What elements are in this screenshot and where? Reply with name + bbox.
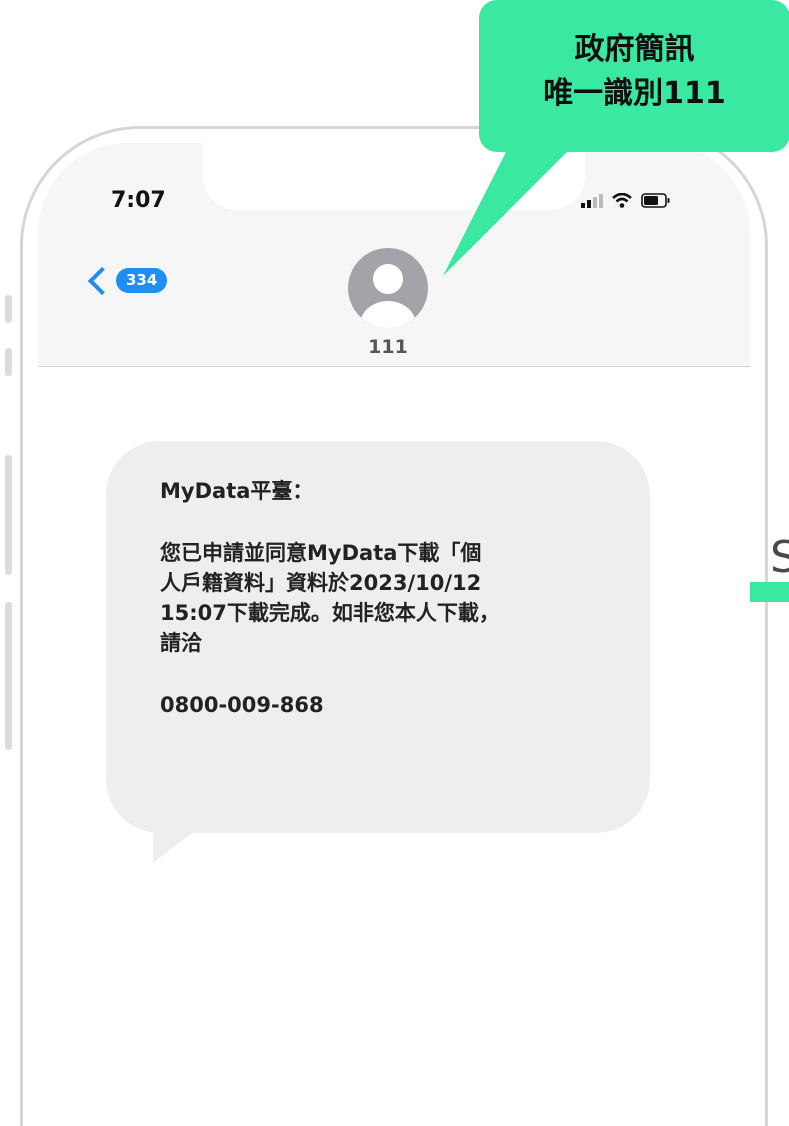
chevron-left-icon: [87, 266, 117, 295]
back-button[interactable]: 334: [84, 266, 168, 295]
side-button: [5, 348, 12, 376]
callout-line-1: 政府簡訊: [574, 32, 695, 67]
callout-pointer: [443, 148, 571, 276]
message-title: MyData平臺：: [160, 479, 314, 503]
battery-icon: [641, 193, 670, 208]
message-body: 您已申請並同意MyData下載「個 人戶籍資料」資料於2023/10/12 15…: [160, 541, 500, 655]
bubble-tail: [153, 813, 218, 863]
message-phone-number[interactable]: 0800-009-868: [160, 690, 640, 720]
volume-down-button: [5, 602, 12, 750]
callout-line-2: 唯一識別111: [543, 76, 726, 111]
wifi-icon: [612, 193, 632, 208]
contact-name[interactable]: 111: [348, 336, 428, 358]
side-button: [5, 295, 12, 323]
status-icons: [581, 193, 671, 208]
volume-up-button: [5, 455, 12, 575]
person-icon[interactable]: [348, 248, 428, 328]
messages-screen: 7:07 334 111 MyData平臺： 您已申請並同意MyData下載「個…: [38, 143, 750, 1083]
message-text: MyData平臺： 您已申請並同意MyData下載「個 人戶籍資料」資料於202…: [160, 476, 640, 720]
signal-icon: [581, 193, 603, 208]
callout-box: 政府簡訊 唯一識別111: [479, 0, 789, 152]
status-time: 7:07: [111, 188, 166, 213]
unread-count-badge: 334: [116, 268, 168, 293]
side-letter: S: [770, 532, 789, 583]
